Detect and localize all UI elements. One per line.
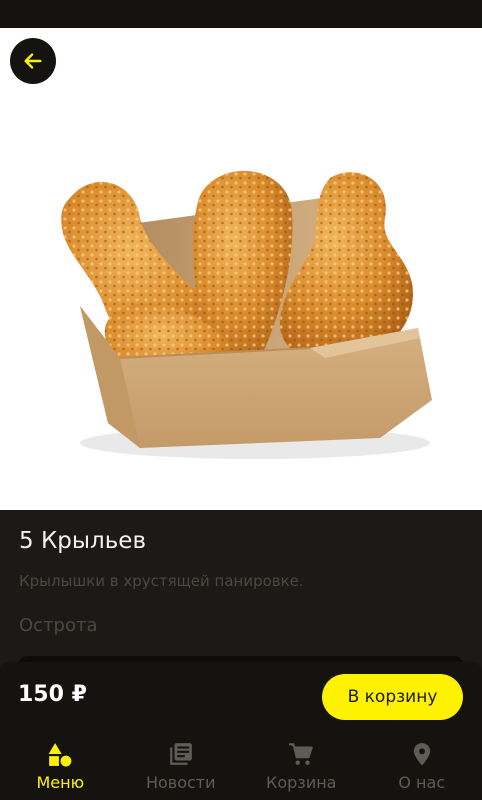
add-to-cart-button[interactable]: В корзину — [322, 674, 463, 720]
menu-shapes-icon — [48, 743, 72, 767]
arrow-left-icon — [24, 53, 42, 69]
nav-label-about: О нас — [398, 773, 446, 792]
product-image — [0, 28, 482, 510]
nav-item-menu[interactable]: Меню — [0, 736, 121, 800]
cart-icon — [289, 743, 314, 765]
back-button[interactable] — [10, 38, 56, 84]
nav-label-cart: Корзина — [266, 773, 337, 792]
nav-label-menu: Меню — [36, 773, 85, 792]
location-pin-icon — [413, 743, 430, 766]
nav-item-news[interactable]: Новости — [121, 736, 242, 800]
bottom-navigation: Меню Новости Корзина О нас — [0, 736, 482, 800]
product-details: 5 Крыльев Крылышки в хрустящей панировке… — [0, 510, 482, 686]
status-bar — [0, 0, 482, 28]
nav-item-about[interactable]: О нас — [362, 736, 482, 800]
nav-label-news: Новости — [145, 773, 216, 792]
product-title: 5 Крыльев — [19, 528, 146, 554]
nav-item-cart[interactable]: Корзина — [241, 736, 362, 800]
product-screen: 5 Крыльев Крылышки в хрустящей панировке… — [0, 0, 482, 800]
spice-level-label: Острота — [19, 615, 98, 636]
bottom-panel: 150 ₽ В корзину Меню Новости Корзина О н… — [0, 662, 482, 800]
product-price: 150 ₽ — [18, 682, 87, 707]
news-icon — [169, 743, 192, 765]
product-description: Крылышки в хрустящей панировке. — [19, 572, 304, 590]
fried-chicken-illustration — [61, 170, 432, 459]
